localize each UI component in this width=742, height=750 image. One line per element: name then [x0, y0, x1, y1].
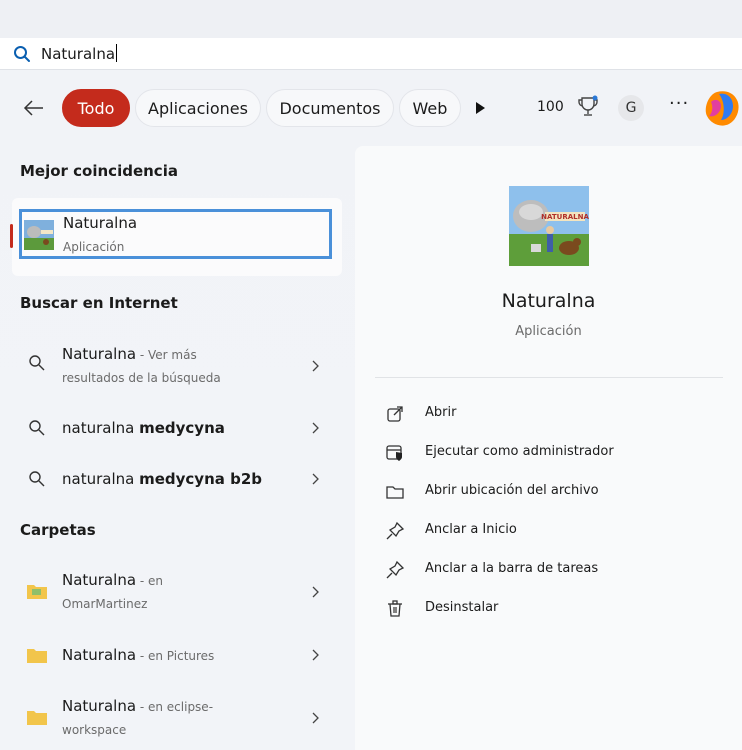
web-result-3[interactable]: naturalna medycyna b2b [14, 467, 340, 491]
search-query-text: Naturalna [41, 45, 116, 63]
web-result-2[interactable]: naturalna medycyna [14, 416, 340, 440]
filter-bar: Todo Aplicaciones Documentos Web 100 G ·… [0, 84, 742, 134]
action-open-label: Abrir [425, 405, 457, 420]
action-open-file-location[interactable]: Abrir ubicación del archivo [385, 480, 725, 504]
chevron-right-icon [312, 649, 319, 661]
folder-icon [27, 711, 47, 725]
detail-type: Aplicación [515, 324, 582, 339]
chevron-right-icon [312, 712, 319, 724]
web-result-2-bold: medycyna [139, 419, 225, 437]
folder-result-2-main: Naturalna [62, 646, 137, 664]
web-result-1-main: Naturalna [62, 345, 137, 363]
chevron-right-icon [312, 360, 319, 372]
folder-result-3[interactable]: Naturalna - en eclipse- workspace [14, 692, 340, 744]
folder-result-3-suffix: - en eclipse- [136, 700, 214, 714]
tab-aplicaciones[interactable]: Aplicaciones [135, 89, 261, 127]
rewards-points: 100 [537, 99, 564, 115]
search-icon [29, 355, 45, 371]
text-caret [116, 44, 118, 62]
detail-panel: NATURALNA Naturalna Aplicación Abrir Eje… [355, 146, 742, 750]
folder-result-3-line2: workspace [62, 723, 127, 737]
admin-shield-icon [386, 445, 402, 461]
more-options-icon[interactable]: ··· [669, 93, 689, 114]
folder-icon [27, 649, 47, 663]
folder-result-3-main: Naturalna [62, 697, 137, 715]
search-input[interactable]: Naturalna [41, 44, 118, 64]
action-pin-to-taskbar-label: Anclar a la barra de tareas [425, 561, 599, 576]
chevron-right-icon [312, 586, 319, 598]
pin-icon [386, 521, 405, 540]
action-uninstall[interactable]: Desinstalar [385, 597, 725, 621]
open-external-icon [387, 406, 403, 422]
user-avatar[interactable]: G [618, 95, 644, 121]
action-pin-to-taskbar[interactable]: Anclar a la barra de tareas [385, 558, 725, 582]
best-match-card[interactable]: Naturalna Aplicación [10, 198, 342, 276]
best-match-type: Aplicación [63, 240, 125, 254]
tab-documentos[interactable]: Documentos [266, 89, 394, 127]
folder-result-1-line2: OmarMartinez [62, 597, 148, 611]
web-result-3-main: naturalna [62, 470, 140, 488]
detail-title: Naturalna [501, 290, 596, 312]
web-result-1[interactable]: Naturalna - Ver más resultados de la bús… [14, 340, 340, 390]
web-result-1-line2: resultados de la búsqueda [62, 371, 221, 385]
action-open-file-location-label: Abrir ubicación del archivo [425, 483, 599, 498]
folder-result-2-suffix: - en Pictures [136, 649, 215, 663]
section-title-best-match: Mejor coincidencia [20, 162, 178, 180]
folder-result-1-main: Naturalna [62, 571, 137, 589]
chevron-right-icon [312, 473, 319, 485]
action-pin-to-start[interactable]: Anclar a Inicio [385, 519, 725, 543]
top-strip [0, 0, 742, 38]
search-icon [29, 420, 45, 436]
action-uninstall-label: Desinstalar [425, 600, 499, 615]
action-open[interactable]: Abrir [385, 402, 725, 426]
folder-outline-icon [386, 486, 404, 499]
chevron-right-icon [312, 422, 319, 434]
search-icon [14, 46, 30, 62]
detail-divider [375, 377, 723, 378]
search-bar[interactable]: Naturalna [0, 38, 742, 70]
tab-web[interactable]: Web [399, 89, 461, 127]
folder-result-2[interactable]: Naturalna - en Pictures [14, 643, 340, 667]
search-icon [29, 471, 45, 487]
tab-todo[interactable]: Todo [62, 89, 130, 127]
pin-icon [386, 560, 405, 579]
section-title-web: Buscar en Internet [20, 294, 178, 312]
web-result-1-suffix: - Ver más [136, 348, 197, 362]
folder-image-icon [27, 585, 47, 599]
back-arrow-icon[interactable] [22, 96, 46, 120]
folder-result-1-suffix: - en [136, 574, 163, 588]
action-run-as-admin-label: Ejecutar como administrador [425, 444, 614, 459]
trophy-icon[interactable] [577, 95, 599, 119]
web-result-2-main: naturalna [62, 419, 140, 437]
trash-icon [388, 600, 402, 617]
naturalna-app-large-icon: NATURALNA [509, 186, 589, 266]
folder-result-1[interactable]: Naturalna - en OmarMartinez [14, 566, 340, 618]
play-more-icon[interactable] [476, 102, 485, 114]
svg-text:NATURALNA: NATURALNA [541, 213, 589, 221]
web-result-3-bold: medycyna b2b [139, 470, 263, 488]
copilot-icon[interactable] [703, 90, 742, 126]
best-match-name: Naturalna [63, 214, 138, 232]
selection-indicator [10, 224, 13, 248]
action-pin-to-start-label: Anclar a Inicio [425, 522, 517, 537]
action-run-as-admin[interactable]: Ejecutar como administrador [385, 441, 725, 465]
section-title-folders: Carpetas [20, 521, 96, 539]
